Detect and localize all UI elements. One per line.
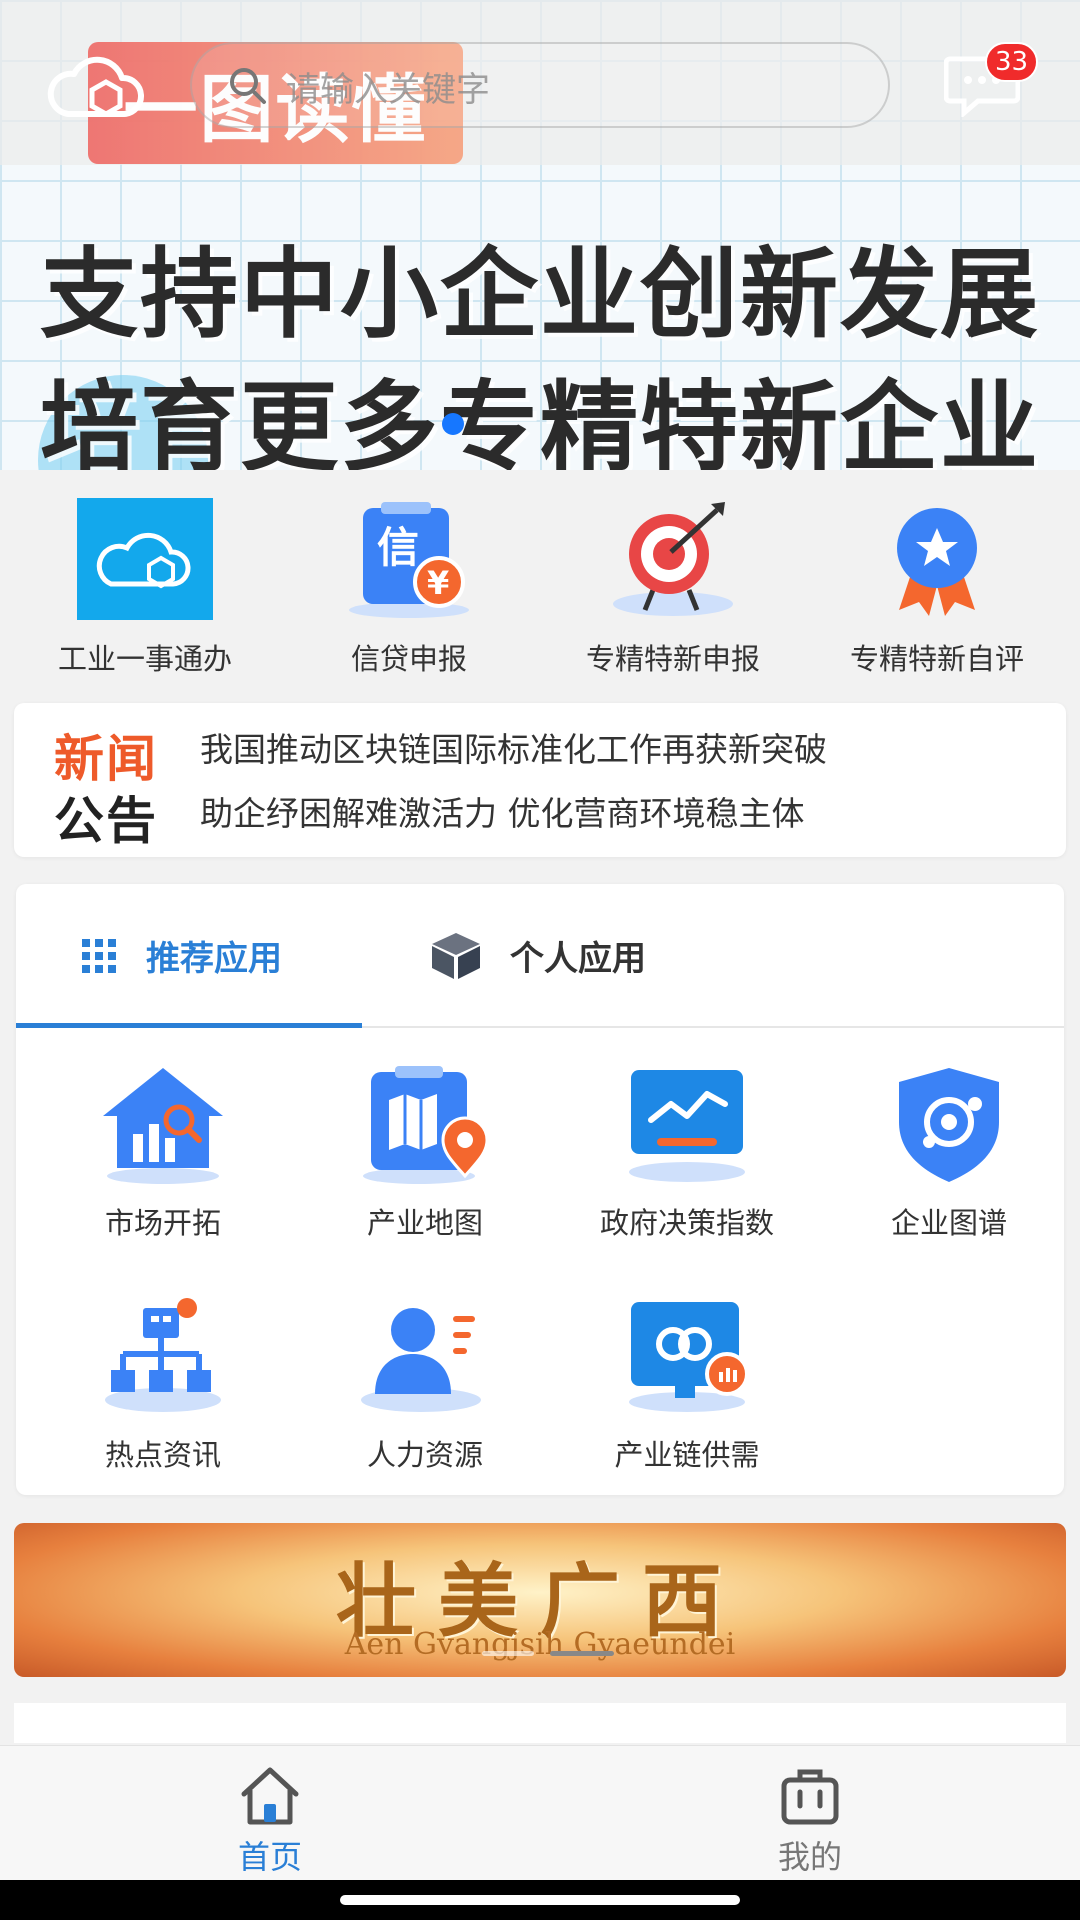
app-label: 企业图谱 [890, 1206, 1007, 1240]
nav-mine[interactable]: 我的 [540, 1746, 1080, 1881]
app-label: 产业链供需 [614, 1438, 760, 1472]
carousel-indicator [442, 413, 464, 435]
banner-subtitle: Aen Gvangjsih Gyaeundei [344, 1627, 736, 1662]
svg-text:¥: ¥ [427, 564, 449, 602]
app-label: 市场开拓 [104, 1206, 221, 1240]
quick-entry-industry-service[interactable]: 工业一事通办 [10, 472, 280, 690]
star-medal-icon [897, 508, 977, 616]
app-enterprise-graph[interactable]: 企业图谱 [818, 1064, 1064, 1284]
hero-headline-1: 支持中小企业创新发展 [39, 238, 1040, 352]
carousel-indicator [482, 1651, 534, 1656]
nav-label: 我的 [777, 1838, 842, 1876]
news-announcement-card[interactable]: 新闻 公告 我国推动区块链国际标准化工作再获新突破 助企纾困解难激活力 优化营商… [14, 703, 1066, 857]
next-section-peek [14, 1703, 1066, 1743]
person-list-icon [361, 1308, 481, 1412]
cloud-gear-icon [77, 498, 213, 620]
monitor-chart-icon [629, 1070, 745, 1182]
app-supply-demand[interactable]: 产业链供需 [556, 1296, 818, 1495]
tab-personal-apps[interactable]: 个人应用 [362, 884, 708, 1027]
app-gov-decision-index[interactable]: 政府决策指数 [556, 1064, 818, 1284]
system-home-bar [0, 1880, 1080, 1920]
market-house-icon [103, 1068, 223, 1184]
quick-entry-label: 工业一事通办 [57, 642, 232, 676]
home-indicator[interactable] [340, 1895, 740, 1905]
app-human-resources[interactable]: 人力资源 [294, 1296, 556, 1495]
nav-home[interactable]: 首页 [0, 1746, 540, 1881]
target-arrow-icon [613, 502, 733, 616]
credit-yen-icon: 信 ¥ [349, 502, 469, 618]
nav-label: 首页 [237, 1838, 302, 1876]
grid-dots-icon [82, 938, 116, 973]
hero-headline-2: 培育更多专精特新企业 [39, 371, 1040, 470]
message-count-badge: 33 [985, 42, 1039, 82]
tab-recommended-apps[interactable]: 推荐应用 [16, 884, 362, 1027]
cube-icon [432, 932, 480, 979]
quick-entry-label: 专精特新自评 [849, 642, 1024, 676]
search-placeholder: 请输入关键字 [286, 70, 490, 110]
app-market-expansion[interactable]: 市场开拓 [32, 1064, 294, 1284]
app-industry-map[interactable]: 产业地图 [294, 1064, 556, 1284]
monitor-link-icon [629, 1302, 749, 1412]
app-label: 热点资讯 [104, 1438, 221, 1472]
quick-entry-label: 信贷申报 [350, 642, 467, 676]
quick-entries: 工业一事通办 信 ¥ 信贷申报 专精特新申报 专精特新自评 [0, 472, 1080, 690]
shield-network-icon [899, 1068, 999, 1182]
quick-entry-specialized-apply[interactable]: 专精特新申报 [538, 472, 808, 690]
tab-label: 个人应用 [510, 939, 646, 979]
app-label: 产业地图 [366, 1206, 483, 1240]
news-headline-2[interactable]: 助企纾困解难激活力 优化营商环境稳主体 [200, 787, 805, 835]
quick-entry-specialized-self-eval[interactable]: 专精特新自评 [802, 472, 1072, 690]
guangxi-promo-banner[interactable]: 壮美广西 Aen Gvangjsih Gyaeundei [14, 1523, 1066, 1677]
search-icon [230, 68, 266, 104]
cloud-logo-icon [47, 56, 145, 117]
svg-text:信: 信 [377, 523, 419, 572]
bottom-navigation: 首页 我的 [0, 1745, 1080, 1880]
active-tab-indicator [16, 1023, 362, 1028]
map-pin-icon [363, 1066, 489, 1184]
carousel-indicator-active [550, 1651, 614, 1656]
briefcase-icon [781, 1769, 839, 1825]
apps-card: 推荐应用 个人应用 市场开拓 产业地图 政府决策指数 企业图谱 热点资讯 人力资… [16, 884, 1064, 1495]
news-badge-line2: 公告 [54, 792, 158, 850]
app-hot-news[interactable]: 热点资讯 [32, 1296, 294, 1495]
quick-entry-label: 专精特新申报 [585, 642, 760, 676]
news-headline-1[interactable]: 我国推动区块链国际标准化工作再获新突破 [200, 723, 827, 771]
quick-entry-credit[interactable]: 信 ¥ 信贷申报 [274, 472, 544, 690]
app-label: 人力资源 [366, 1438, 483, 1472]
home-icon [241, 1767, 299, 1825]
tab-label: 推荐应用 [146, 939, 282, 979]
app-home-page: 一图读懂 支持中小企业创新发展 培育更多专精特新企业 请输入关键字 33 工业一… [0, 0, 1080, 1920]
org-chart-icon [105, 1298, 221, 1412]
app-label: 政府决策指数 [599, 1206, 774, 1240]
